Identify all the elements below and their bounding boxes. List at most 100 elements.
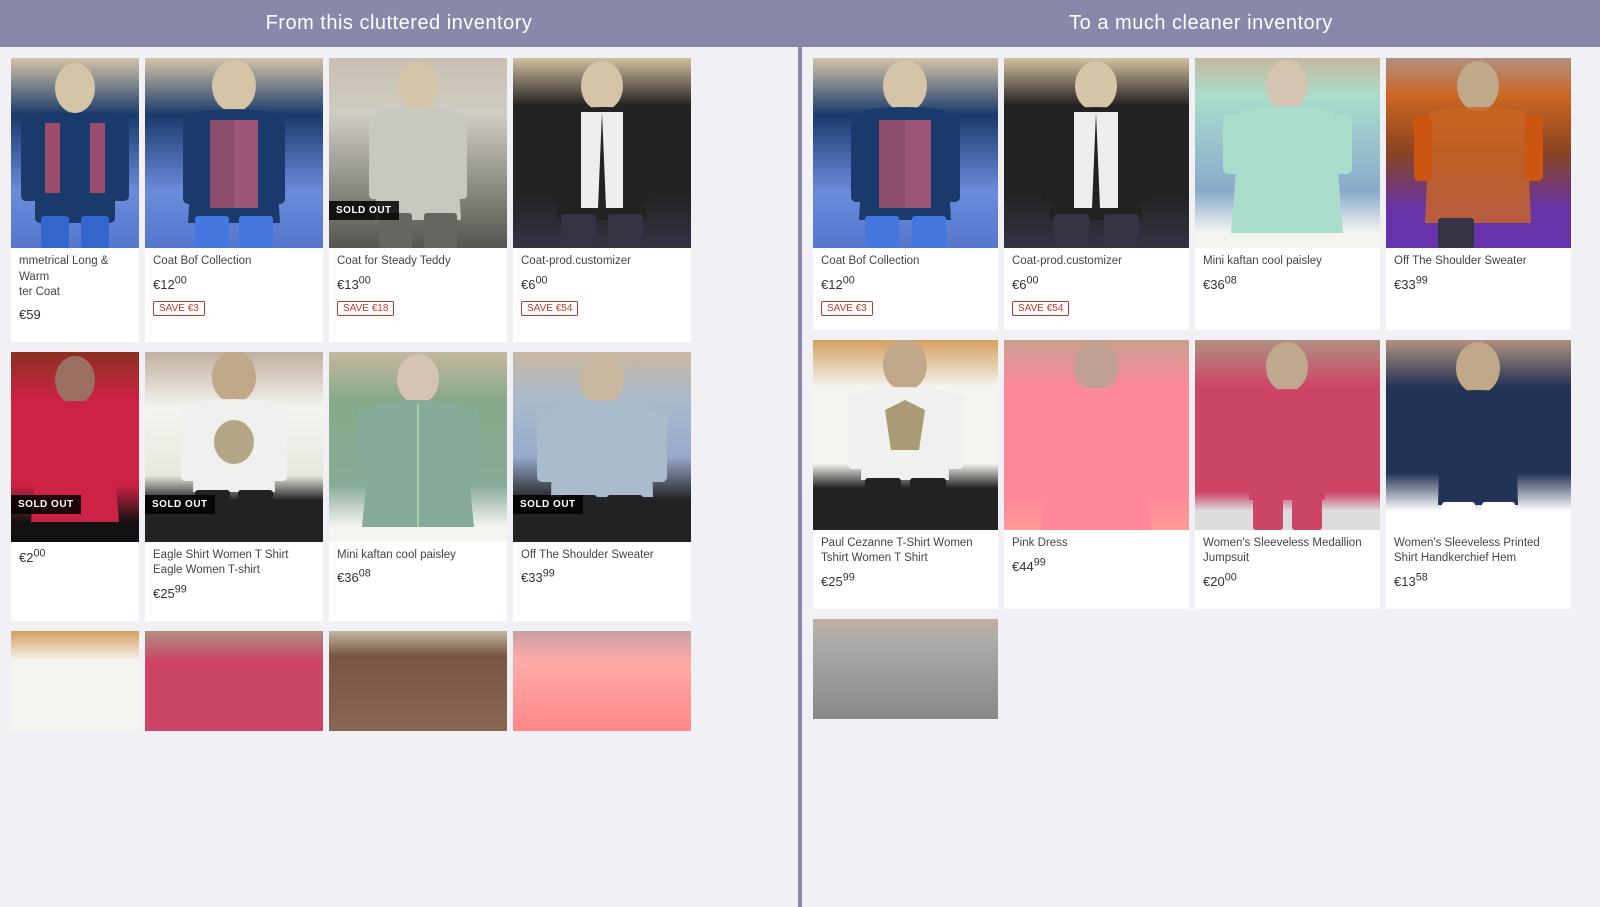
product-image <box>513 631 691 731</box>
product-card[interactable] <box>329 631 507 731</box>
price-wrap: €600 <box>1012 275 1181 294</box>
price-wrap: €4499 <box>1012 556 1181 575</box>
right-row-2: Paul Cezanne T-Shirt Women Tshirt Women … <box>810 337 1592 612</box>
product-title: Mini kaftan cool paisley <box>337 548 499 564</box>
product-info: Coat-prod.customizer €600 SAVE €54 <box>1004 248 1189 320</box>
product-price: €1300 <box>337 277 371 292</box>
price-wrap: €3399 <box>521 568 683 587</box>
product-image <box>329 352 507 542</box>
product-card[interactable]: Coat-prod.customizer €600 SAVE €54 <box>1004 58 1189 330</box>
product-info: Mini kaftan cool paisley €3608 <box>1195 248 1380 302</box>
product-price: €2000 <box>1203 574 1237 589</box>
right-panel-header: To a much cleaner inventory <box>802 0 1600 47</box>
sold-out-badge: SOLD OUT <box>329 201 399 220</box>
product-info: Off The Shoulder Sweater €3399 <box>1386 248 1571 302</box>
product-image <box>329 631 507 731</box>
figure <box>513 631 691 731</box>
product-card[interactable] <box>145 631 323 731</box>
figure <box>1386 340 1571 530</box>
price-wrap: €2599 <box>821 572 990 591</box>
product-card[interactable] <box>813 619 998 719</box>
product-card[interactable]: Mini kaftan cool paisley €3608 <box>329 352 507 621</box>
price-wrap: €3399 <box>1394 275 1563 294</box>
product-card[interactable]: SOLD OUT Off The Shoulder Sweater €3399 <box>513 352 691 621</box>
figure <box>11 631 139 731</box>
left-row-1: mmetrical Long & Warmter Coat €59 <box>8 55 790 345</box>
product-card[interactable]: SOLD OUT Coat for Steady Teddy €1300 SAV… <box>329 58 507 342</box>
product-title: Coat Bof Collection <box>821 254 990 270</box>
product-card[interactable]: Women's Sleeveless Printed Shirt Handker… <box>1386 340 1571 609</box>
price-wrap: €2000 <box>1203 572 1372 591</box>
product-image <box>1195 58 1380 248</box>
product-card[interactable] <box>513 631 691 731</box>
product-card[interactable]: Pink Dress €4499 <box>1004 340 1189 609</box>
save-badge: SAVE €18 <box>337 301 394 316</box>
product-image <box>145 631 323 731</box>
price-wrap: €2599 <box>153 584 315 603</box>
product-card[interactable]: Women's Sleeveless Medallion Jumpsuit €2… <box>1195 340 1380 609</box>
product-card[interactable]: Coat Bof Collection €1200 SAVE €3 <box>145 58 323 342</box>
left-panel-header: From this cluttered inventory <box>0 0 798 47</box>
figure <box>329 352 507 542</box>
figure <box>329 631 507 731</box>
product-title: Women's Sleeveless Medallion Jumpsuit <box>1203 536 1372 567</box>
figure <box>1004 58 1189 248</box>
figure <box>813 619 998 719</box>
right-panel-content: Coat Bof Collection €1200 SAVE €3 <box>802 47 1600 907</box>
figure <box>1195 340 1380 530</box>
right-panel: To a much cleaner inventory <box>802 0 1600 907</box>
product-price: €3608 <box>1203 277 1237 292</box>
product-card[interactable] <box>11 631 139 731</box>
product-price: €2599 <box>821 574 855 589</box>
product-info: Paul Cezanne T-Shirt Women Tshirt Women … <box>813 530 998 599</box>
product-card[interactable]: Coat Bof Collection €1200 SAVE €3 <box>813 58 998 330</box>
product-title: mmetrical Long & Warmter Coat <box>19 254 131 301</box>
save-badge: SAVE €54 <box>1012 301 1069 316</box>
product-image <box>11 631 139 731</box>
product-title: Coat-prod.customizer <box>1012 254 1181 270</box>
product-title: Women's Sleeveless Printed Shirt Handker… <box>1394 536 1563 567</box>
product-image <box>1004 340 1189 530</box>
product-info: Coat-prod.customizer €600 SAVE €54 <box>513 248 691 320</box>
save-badge: SAVE €3 <box>153 301 205 316</box>
product-info: mmetrical Long & Warmter Coat €59 <box>11 248 139 332</box>
product-title: Off The Shoulder Sweater <box>521 548 683 564</box>
product-card[interactable]: Paul Cezanne T-Shirt Women Tshirt Women … <box>813 340 998 609</box>
product-image <box>813 619 998 719</box>
right-row-3 <box>810 616 1592 722</box>
sold-out-badge: SOLD OUT <box>513 495 583 514</box>
product-image: SOLD OUT <box>11 352 139 542</box>
product-info: Coat Bof Collection €1200 SAVE €3 <box>813 248 998 320</box>
product-image <box>813 340 998 530</box>
sold-out-badge: SOLD OUT <box>145 495 215 514</box>
figure <box>145 631 323 731</box>
figure <box>513 58 691 248</box>
figure <box>813 340 998 530</box>
figure <box>145 58 323 248</box>
product-card[interactable]: Off The Shoulder Sweater €3399 <box>1386 58 1571 330</box>
price-wrap: €1358 <box>1394 572 1563 591</box>
product-price: €59 <box>19 307 41 322</box>
product-info: Off The Shoulder Sweater €3399 <box>513 542 691 596</box>
product-card[interactable]: Coat-prod.customizer €600 SAVE €54 <box>513 58 691 342</box>
product-card[interactable]: SOLD OUT €200 <box>11 352 139 621</box>
product-info: Women's Sleeveless Medallion Jumpsuit €2… <box>1195 530 1380 599</box>
product-title: Off The Shoulder Sweater <box>1394 254 1563 270</box>
product-image <box>11 58 139 248</box>
product-card[interactable]: SOLD OUT Eagle Shirt Women T ShirtEagle … <box>145 352 323 621</box>
left-row-2: SOLD OUT €200 <box>8 349 790 624</box>
price-wrap: €1300 <box>337 275 499 294</box>
product-image: SOLD OUT <box>513 352 691 542</box>
save-badge: SAVE €54 <box>521 301 578 316</box>
product-price: €1358 <box>1394 574 1428 589</box>
product-price: €2599 <box>153 586 187 601</box>
product-price: €200 <box>19 550 46 565</box>
left-panel: From this cluttered inventory <box>0 0 802 907</box>
product-card[interactable]: mmetrical Long & Warmter Coat €59 <box>11 58 139 342</box>
right-row-1: Coat Bof Collection €1200 SAVE €3 <box>810 55 1592 333</box>
price-wrap: €3608 <box>337 568 499 587</box>
product-image <box>145 58 323 248</box>
product-price: €4499 <box>1012 559 1046 574</box>
product-card[interactable]: Mini kaftan cool paisley €3608 <box>1195 58 1380 330</box>
product-info: Pink Dress €4499 <box>1004 530 1189 584</box>
